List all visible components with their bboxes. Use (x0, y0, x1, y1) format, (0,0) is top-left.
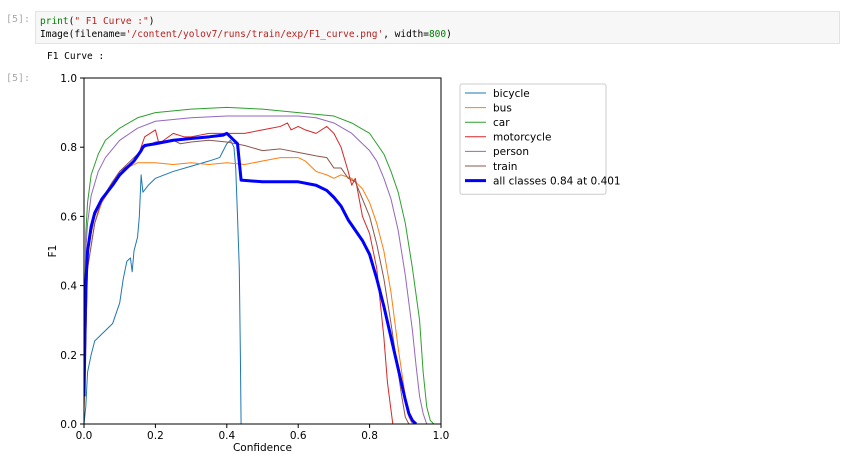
y-tick-label: 0.0 (60, 419, 77, 431)
x-axis-label: Confidence (233, 442, 292, 454)
legend-label: person (493, 146, 529, 158)
y-tick-label: 0.6 (60, 211, 77, 223)
legend-label: bus (493, 102, 512, 114)
x-tick-label: 0.2 (147, 430, 164, 442)
legend-label: train (493, 161, 517, 173)
x-tick-label: 0.4 (218, 430, 235, 442)
series-line-all-classes-0-84-at-0-401 (84, 131, 418, 424)
series-line-bus (84, 157, 413, 424)
legend-label: bicycle (493, 88, 530, 100)
legend-label: all classes 0.84 at 0.401 (493, 175, 621, 187)
x-tick-label: 1.0 (433, 430, 450, 442)
x-tick-label: 0.6 (290, 430, 307, 442)
x-tick-label: 0.8 (361, 430, 378, 442)
y-tick-label: 1.0 (60, 73, 77, 85)
f1-curve-chart: 0.0 0.2 0.4 0.6 0.8 1.0 0.0 0.2 0.4 0.6 0.8 1.0 Con… (47, 73, 621, 454)
x-tick-label: 0.0 (76, 430, 93, 442)
legend-label: motorcycle (493, 132, 551, 144)
series-line-bicycle (84, 139, 242, 424)
legend-label: car (493, 117, 510, 129)
series-line-train (84, 139, 410, 424)
y-tick-label: 0.8 (60, 142, 77, 154)
y-tick-label: 0.4 (60, 281, 77, 293)
y-tick-label: 0.2 (60, 350, 77, 362)
y-axis-label: F1 (47, 245, 59, 258)
legend: bicycle bus car motorcycle person train all cl… (459, 83, 621, 195)
